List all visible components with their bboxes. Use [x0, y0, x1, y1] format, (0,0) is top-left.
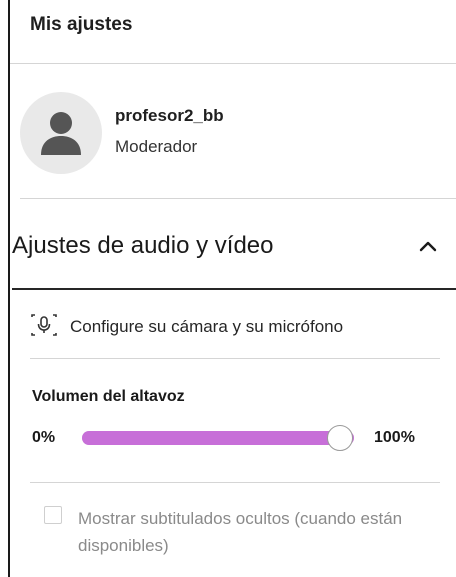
user-role: Moderador	[115, 137, 198, 156]
divider	[20, 198, 456, 199]
closed-captions-checkbox[interactable]	[44, 506, 62, 524]
camera-microphone-icon	[30, 313, 58, 341]
section-title: Ajustes de audio y vídeo	[12, 232, 274, 259]
panel-title: Mis ajustes	[10, 0, 456, 64]
username: profesor2_bb	[115, 106, 224, 125]
chevron-up-icon[interactable]	[416, 234, 440, 258]
user-silhouette-icon	[41, 112, 81, 155]
divider	[30, 482, 440, 483]
user-profile: profesor2_bb Moderador	[20, 90, 440, 200]
volume-max-label: 100%	[374, 429, 415, 446]
closed-captions-label: Mostrar subtitulados ocultos (cuando est…	[78, 509, 403, 555]
configure-label: Configure su cámara y su micrófono	[70, 317, 344, 336]
section-divider	[12, 288, 456, 290]
slider-fill	[82, 431, 354, 445]
configure-camera-mic-button[interactable]: Configure su cámara y su micrófono	[30, 310, 343, 344]
divider	[30, 358, 440, 359]
audio-video-section-header[interactable]: Ajustes de audio y vídeo	[12, 226, 440, 266]
avatar	[20, 92, 102, 174]
volume-min-label: 0%	[32, 429, 56, 446]
speaker-volume-label: Volumen del altavoz	[32, 388, 185, 405]
speaker-volume-slider[interactable]	[82, 425, 354, 451]
